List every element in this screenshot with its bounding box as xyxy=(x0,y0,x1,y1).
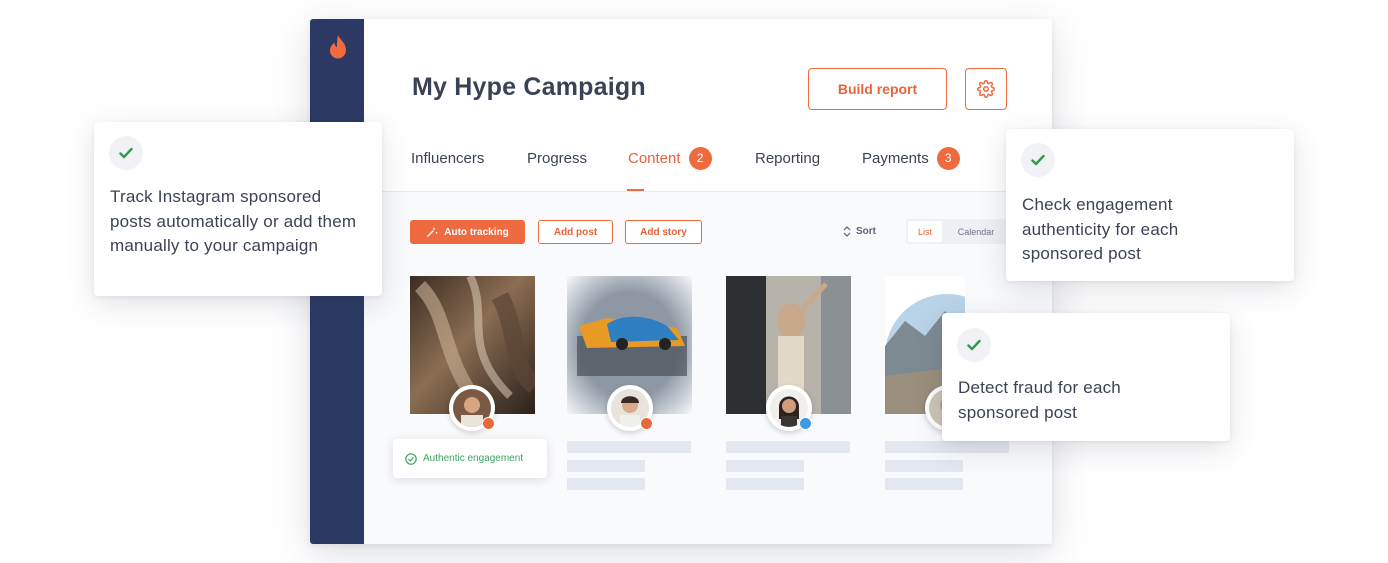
check-badge xyxy=(1021,143,1055,177)
magic-wand-icon xyxy=(427,227,438,237)
engagement-callout: Check engagement authenticity for each s… xyxy=(1006,129,1294,281)
tab-payments[interactable]: Payments 3 xyxy=(862,144,960,172)
instagram-icon xyxy=(482,417,495,430)
sort-icon xyxy=(843,226,851,237)
post-metadata-placeholder xyxy=(885,441,1009,453)
add-post-button[interactable]: Add post xyxy=(538,220,613,244)
influencer-avatar[interactable] xyxy=(766,385,812,431)
tab-reporting[interactable]: Reporting xyxy=(755,144,820,172)
gear-icon xyxy=(977,80,995,98)
fraud-callout: Detect fraud for each sponsored post xyxy=(942,313,1230,441)
settings-button[interactable] xyxy=(965,68,1007,110)
twitter-icon xyxy=(799,417,812,430)
callout-text: Check engagement authenticity for each s… xyxy=(1022,195,1179,263)
checkmark-icon xyxy=(967,339,981,351)
post-metadata-placeholder xyxy=(885,478,963,490)
check-badge xyxy=(109,136,143,170)
tab-content[interactable]: Content 2 xyxy=(628,144,712,172)
flame-logo-icon[interactable] xyxy=(327,34,349,60)
tabs-divider xyxy=(364,191,1052,192)
auto-tracking-button[interactable]: Auto tracking xyxy=(410,220,525,244)
check-badge xyxy=(957,328,991,362)
post-metadata-placeholder xyxy=(885,460,963,472)
page-title: My Hype Campaign xyxy=(412,73,646,101)
checkmark-icon xyxy=(1031,154,1045,166)
post-metadata-placeholder xyxy=(567,478,645,490)
tab-influencers[interactable]: Influencers xyxy=(411,144,484,172)
influencer-avatar[interactable] xyxy=(449,385,495,431)
post-metadata-placeholder xyxy=(726,441,850,453)
view-list-button[interactable]: List xyxy=(908,221,942,242)
track-posts-callout: Track Instagram sponsored posts automati… xyxy=(94,122,382,296)
add-story-button[interactable]: Add story xyxy=(625,220,702,244)
post-metadata-placeholder xyxy=(567,460,645,472)
checkmark-icon xyxy=(119,147,133,159)
tab-progress[interactable]: Progress xyxy=(527,144,587,172)
sort-control[interactable]: Sort xyxy=(843,226,876,237)
callout-text: Detect fraud for each sponsored post xyxy=(958,378,1121,422)
post-metadata-placeholder xyxy=(726,460,804,472)
callout-text: Track Instagram sponsored posts automati… xyxy=(110,187,357,255)
payments-count-badge: 3 xyxy=(936,146,960,170)
view-calendar-button[interactable]: Calendar xyxy=(950,221,1002,242)
view-toggle: List Calendar xyxy=(906,219,1006,244)
influencer-avatar[interactable] xyxy=(607,385,653,431)
content-count-badge: 2 xyxy=(688,146,712,170)
youtube-icon xyxy=(640,417,653,430)
post-metadata-placeholder xyxy=(726,478,804,490)
post-metadata-placeholder xyxy=(567,441,691,453)
check-circle-icon xyxy=(405,452,417,465)
authentic-engagement-chip: Authentic engagement xyxy=(393,439,547,478)
build-report-button[interactable]: Build report xyxy=(808,68,947,110)
